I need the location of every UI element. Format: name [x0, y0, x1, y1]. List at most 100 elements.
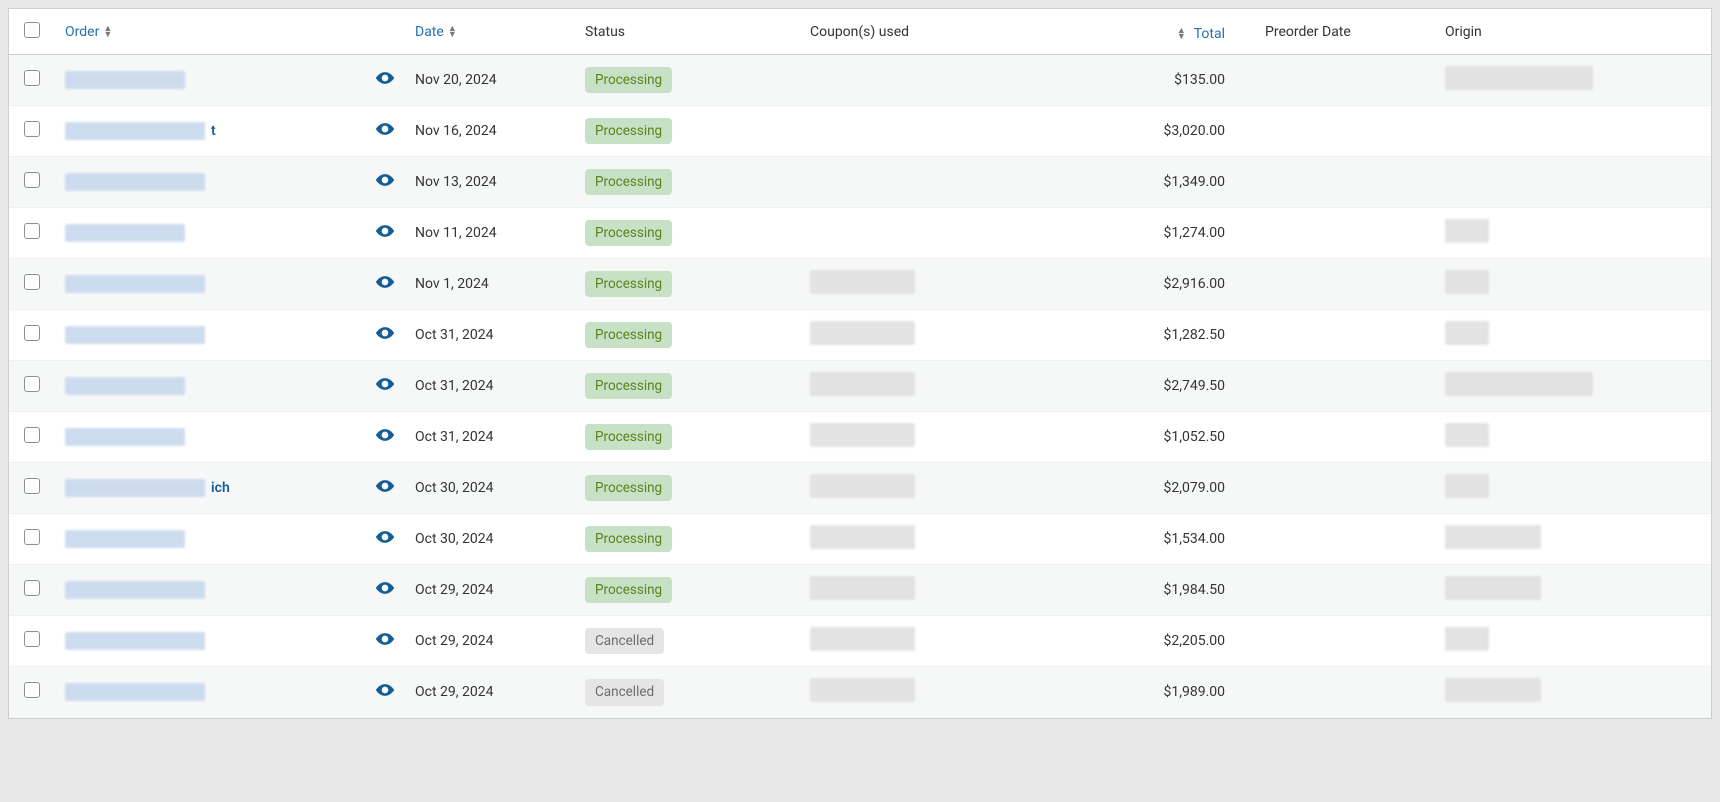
total-cell: $1,984.50 [1095, 565, 1235, 616]
select-all-checkbox[interactable] [24, 22, 40, 38]
origin-redacted [1445, 66, 1593, 90]
coupon-cell [800, 106, 1095, 157]
order-cell[interactable] [55, 616, 365, 667]
table-row: Oct 31, 2024Processing$1,052.50 [9, 412, 1711, 463]
row-checkbox[interactable] [24, 325, 40, 341]
preview-cell [365, 259, 405, 310]
status-cell: Cancelled [575, 616, 800, 667]
origin-cell [1435, 514, 1711, 565]
date-cell: Nov 20, 2024 [405, 55, 575, 106]
origin-cell [1435, 55, 1711, 106]
order-cell[interactable] [55, 157, 365, 208]
row-checkbox[interactable] [24, 172, 40, 188]
order-redacted [65, 122, 205, 140]
row-checkbox[interactable] [24, 682, 40, 698]
order-cell[interactable] [55, 412, 365, 463]
preview-cell [365, 565, 405, 616]
origin-redacted [1445, 372, 1593, 396]
table-row: Oct 31, 2024Processing$1,282.50 [9, 310, 1711, 361]
preview-cell [365, 55, 405, 106]
table-row: Nov 1, 2024Processing$2,916.00 [9, 259, 1711, 310]
origin-redacted [1445, 576, 1541, 600]
preorder-cell [1235, 565, 1435, 616]
eye-icon[interactable] [375, 429, 395, 445]
preview-cell [365, 514, 405, 565]
order-link-fragment[interactable]: t [211, 123, 216, 139]
order-cell[interactable] [55, 310, 365, 361]
eye-icon[interactable] [375, 531, 395, 547]
order-cell[interactable]: ich [55, 463, 365, 514]
total-cell: $1,534.00 [1095, 514, 1235, 565]
header-status-label: Status [585, 24, 625, 40]
row-checkbox[interactable] [24, 121, 40, 137]
origin-cell [1435, 565, 1711, 616]
row-checkbox[interactable] [24, 376, 40, 392]
table-row: Oct 29, 2024Processing$1,984.50 [9, 565, 1711, 616]
eye-icon[interactable] [375, 582, 395, 598]
orders-table-container: Order ▲▼ Date ▲▼ Status Coupon(s) used ▲… [8, 8, 1712, 719]
table-row: ichOct 30, 2024Processing$2,079.00 [9, 463, 1711, 514]
eye-icon[interactable] [375, 276, 395, 292]
preview-cell [365, 106, 405, 157]
preorder-cell [1235, 412, 1435, 463]
status-cell: Processing [575, 412, 800, 463]
eye-icon[interactable] [375, 633, 395, 649]
eye-icon[interactable] [375, 327, 395, 343]
date-cell: Oct 31, 2024 [405, 310, 575, 361]
date-cell: Oct 31, 2024 [405, 412, 575, 463]
row-checkbox[interactable] [24, 223, 40, 239]
row-checkbox[interactable] [24, 427, 40, 443]
date-cell: Oct 31, 2024 [405, 361, 575, 412]
eye-icon[interactable] [375, 480, 395, 496]
row-checkbox-cell [9, 259, 55, 310]
sort-arrows-icon: ▲▼ [448, 26, 457, 38]
preview-cell [365, 667, 405, 718]
order-cell[interactable] [55, 361, 365, 412]
status-badge: Processing [585, 118, 672, 145]
order-redacted [65, 275, 205, 293]
order-cell[interactable] [55, 55, 365, 106]
preorder-cell [1235, 157, 1435, 208]
sort-arrows-icon: ▲▼ [103, 26, 112, 38]
order-cell[interactable]: t [55, 106, 365, 157]
coupon-redacted [810, 678, 915, 702]
row-checkbox[interactable] [24, 274, 40, 290]
row-checkbox[interactable] [24, 70, 40, 86]
eye-icon[interactable] [375, 123, 395, 139]
coupon-cell [800, 310, 1095, 361]
header-date[interactable]: Date ▲▼ [405, 9, 575, 55]
preview-cell [365, 208, 405, 259]
order-cell[interactable] [55, 514, 365, 565]
order-cell[interactable] [55, 259, 365, 310]
header-total[interactable]: ▲▼Total [1095, 9, 1235, 55]
status-badge: Cancelled [585, 628, 664, 655]
order-link-fragment[interactable]: ich [211, 480, 230, 496]
status-badge: Processing [585, 526, 672, 553]
row-checkbox[interactable] [24, 478, 40, 494]
order-cell[interactable] [55, 208, 365, 259]
preorder-cell [1235, 55, 1435, 106]
total-cell: $2,916.00 [1095, 259, 1235, 310]
eye-icon[interactable] [375, 225, 395, 241]
date-cell: Oct 29, 2024 [405, 667, 575, 718]
eye-icon[interactable] [375, 174, 395, 190]
eye-icon[interactable] [375, 684, 395, 700]
header-order[interactable]: Order ▲▼ [55, 9, 365, 55]
row-checkbox[interactable] [24, 580, 40, 596]
order-redacted [65, 581, 205, 599]
row-checkbox[interactable] [24, 529, 40, 545]
origin-redacted [1445, 219, 1489, 243]
eye-icon[interactable] [375, 378, 395, 394]
header-date-label: Date [415, 24, 444, 40]
row-checkbox-cell [9, 157, 55, 208]
date-cell: Oct 30, 2024 [405, 514, 575, 565]
status-badge: Processing [585, 424, 672, 451]
status-cell: Processing [575, 310, 800, 361]
eye-icon[interactable] [375, 72, 395, 88]
order-cell[interactable] [55, 667, 365, 718]
order-redacted [65, 428, 185, 446]
order-cell[interactable] [55, 565, 365, 616]
origin-cell [1435, 667, 1711, 718]
status-cell: Processing [575, 157, 800, 208]
row-checkbox[interactable] [24, 631, 40, 647]
